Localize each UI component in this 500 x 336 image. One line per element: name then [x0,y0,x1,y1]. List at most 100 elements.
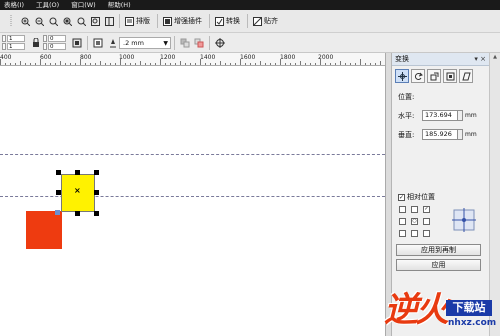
zoom-height-icon[interactable] [103,14,115,28]
ruler-tick [260,61,261,65]
anchor-center[interactable]: ○ [411,218,418,225]
menu-table[interactable]: 表格(I) [0,0,30,10]
anchor-top-left[interactable] [399,206,406,213]
horizontal-input[interactable]: 173.694 [422,110,458,121]
target-icon[interactable] [214,36,226,50]
position-mode-button[interactable] [395,69,409,83]
red-rectangle[interactable] [26,211,62,249]
ruler-label: 1600 [240,54,256,61]
ruler-tick [145,63,146,65]
toolbar-separator [209,14,210,28]
selection-handle[interactable] [75,211,80,216]
corner-top-left-field[interactable]: 1 [7,35,25,42]
corner-spin-arrows[interactable] [2,35,6,42]
horizontal-unit: mm [465,112,477,119]
zoom-out-icon[interactable] [33,14,45,28]
relative-position-row: ✓ 相对位置 [392,192,489,202]
anchor-middle-left[interactable] [399,218,406,225]
corner-spin-arrows[interactable] [2,43,6,50]
selection-handle[interactable] [75,170,80,175]
corner-bottom-left-field[interactable]: 1 [7,43,25,50]
plugin-button[interactable]: 增强插件 [163,16,202,26]
anchor-bottom-center[interactable] [411,230,418,237]
ruler-tick [65,63,66,65]
ruler-tick [200,59,201,65]
lock-ratio-icon[interactable] [30,36,42,50]
selection-handle[interactable] [56,190,61,195]
anchor-bottom-left[interactable] [399,230,406,237]
vertical-input[interactable]: 185.926 [422,129,458,140]
ruler-tick [15,63,16,65]
zoom-all-icon[interactable] [61,14,73,28]
ruler-label: 1400 [200,54,216,61]
ruler-tick [350,63,351,65]
selection-handle[interactable] [94,170,99,175]
ruler-tick [120,59,121,65]
arrange-button[interactable]: 排版 [125,16,150,26]
menu-window[interactable]: 窗口(W) [65,0,102,10]
outline-width-select[interactable]: .2 mm ▼ [119,36,171,49]
corner-bottom-right-field[interactable]: 0 [48,43,66,50]
convert-icon [215,16,224,26]
snap-button[interactable]: 贴齐 [253,16,278,26]
relative-position-label: 相对位置 [407,193,435,201]
corner-spin-arrows[interactable] [43,35,47,42]
apply-button[interactable]: 应用 [396,259,481,271]
ruler-tick [90,63,91,65]
ruler-tick [245,63,246,65]
ruler-tick [305,63,306,65]
selection-handle[interactable] [56,170,61,175]
anchor-top-center[interactable] [411,206,418,213]
scroll-up-icon[interactable]: ▲ [490,53,500,62]
selection-handle[interactable] [55,210,60,215]
ruler-tick [175,63,176,65]
scale-mode-button[interactable] [427,69,441,83]
corner-spin-arrows[interactable] [43,43,47,50]
ruler-tick [70,63,71,65]
horizontal-label: 水平: [398,111,415,120]
wrap-text-icon[interactable] [92,36,104,50]
to-front-icon[interactable] [179,36,191,50]
to-back-icon[interactable] [193,36,205,50]
skew-mode-button[interactable] [459,69,473,83]
ruler-tick [115,63,116,65]
zoom-selected-icon[interactable] [47,14,59,28]
ruler-tick [110,63,111,65]
menu-help[interactable]: 帮助(H) [102,0,137,10]
ruler-tick [80,59,81,65]
zoom-page-icon[interactable] [75,14,87,28]
ruler-tick [165,63,166,65]
guideline[interactable] [0,196,385,197]
horizontal-spinner[interactable] [458,110,463,121]
size-icon [446,72,454,80]
vertical-spinner[interactable] [458,129,463,140]
apply-to-duplicate-button[interactable]: 应用到再制 [396,244,481,256]
anchor-top-right[interactable]: ✓ [423,206,430,213]
selection-handle[interactable] [94,211,99,216]
corner-top-right-field[interactable]: 0 [48,35,66,42]
ruler-tick [45,63,46,65]
ruler-tick [155,63,156,65]
selection-handle[interactable] [94,190,99,195]
convert-button[interactable]: 转换 [215,16,240,26]
rotate-mode-button[interactable] [411,69,425,83]
zoom-width-icon[interactable] [89,14,101,28]
ruler-label: 400 [0,54,12,61]
ruler-tick [255,63,256,65]
ruler-tick [375,63,376,65]
corner-lock-icon[interactable] [71,36,83,50]
anchor-middle-right[interactable] [423,218,430,225]
ruler-tick [25,63,26,65]
size-mode-button[interactable] [443,69,457,83]
ruler-tick [160,59,161,65]
menu-tools[interactable]: 工具(O) [30,0,65,10]
docker-close-controls[interactable]: ▾ × [474,53,486,65]
ruler-tick [125,63,126,65]
anchor-bottom-right[interactable] [423,230,430,237]
zoom-in-icon[interactable] [19,14,31,28]
relative-position-checkbox[interactable]: ✓ [398,193,405,201]
guideline[interactable] [0,154,385,155]
transform-mode-tabs [392,66,489,86]
drawing-canvas[interactable]: × [0,66,385,336]
toolbar-separator [247,14,248,28]
